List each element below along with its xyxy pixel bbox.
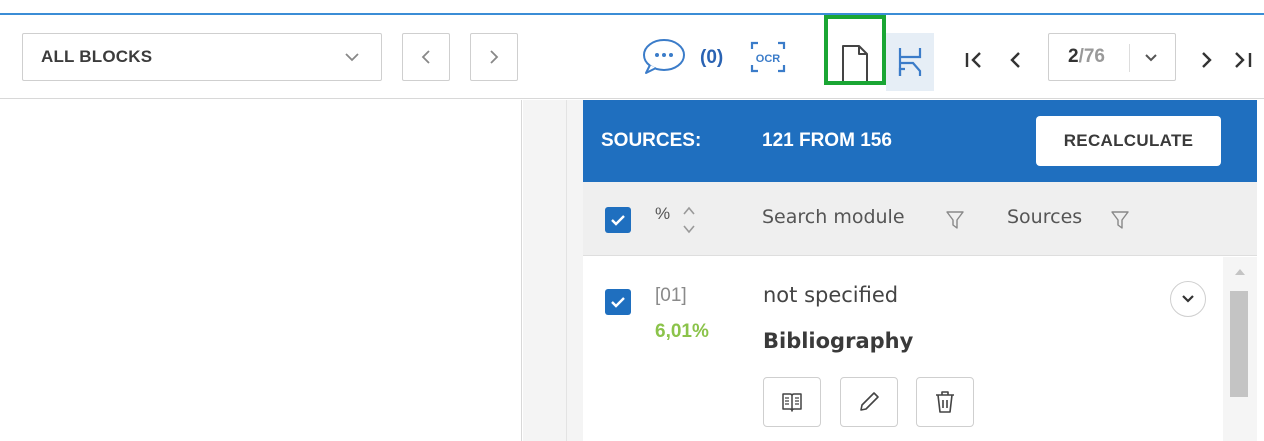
recalculate-button[interactable]: RECALCULATE bbox=[1036, 116, 1221, 166]
current-page: 2 bbox=[1068, 46, 1079, 67]
percent-column-label: % bbox=[655, 204, 671, 223]
pencil-icon bbox=[860, 392, 879, 411]
page-selector-divider bbox=[1129, 44, 1130, 72]
split-view-button[interactable] bbox=[886, 33, 934, 91]
first-page-icon[interactable] bbox=[962, 47, 988, 73]
sources-scrollbar[interactable] bbox=[1223, 257, 1257, 441]
checkmark-icon bbox=[611, 215, 625, 226]
chevron-down-icon bbox=[1145, 54, 1157, 62]
last-page-icon[interactable] bbox=[1230, 47, 1264, 73]
filter-icon[interactable] bbox=[1111, 210, 1129, 230]
block-filter-select[interactable]: ALL BLOCKS bbox=[22, 33, 382, 81]
sort-icon[interactable] bbox=[679, 202, 699, 238]
next-page-icon[interactable] bbox=[1196, 47, 1218, 73]
sources-count: 121 FROM 156 bbox=[762, 130, 892, 151]
split-view-icon bbox=[898, 48, 922, 76]
edit-source-button[interactable] bbox=[840, 377, 898, 427]
page-selector[interactable]: 2 /76 bbox=[1048, 33, 1176, 81]
trash-icon bbox=[936, 391, 954, 413]
sources-title: SOURCES: bbox=[601, 130, 702, 151]
delete-source-button[interactable] bbox=[916, 377, 974, 427]
scroll-thumb[interactable] bbox=[1230, 291, 1248, 397]
sources-column-label[interactable]: Sources bbox=[1007, 206, 1082, 228]
document-view-highlight bbox=[824, 15, 886, 85]
ocr-icon[interactable]: OCR bbox=[748, 39, 788, 75]
sources-column-header: % Search module Sources bbox=[583, 182, 1257, 256]
total-pages: /76 bbox=[1078, 46, 1105, 67]
view-source-button[interactable] bbox=[763, 377, 821, 427]
source-module: Bibliography bbox=[763, 329, 914, 353]
book-icon bbox=[782, 393, 802, 412]
scroll-up-icon[interactable] bbox=[1233, 267, 1247, 277]
prev-page-icon[interactable] bbox=[1004, 47, 1026, 73]
chevron-down-icon bbox=[1182, 295, 1194, 303]
document-panel bbox=[0, 100, 522, 441]
block-filter-label: ALL BLOCKS bbox=[41, 47, 153, 66]
sources-header: SOURCES: 121 FROM 156 RECALCULATE bbox=[583, 100, 1257, 182]
source-name: not specified bbox=[763, 283, 899, 307]
comment-count[interactable]: (0) bbox=[700, 47, 723, 69]
sources-panel: SOURCES: 121 FROM 156 RECALCULATE % Sear… bbox=[583, 100, 1257, 441]
source-index: [01] bbox=[655, 285, 687, 306]
source-row-checkbox[interactable] bbox=[605, 289, 631, 315]
chevron-right-icon bbox=[490, 50, 499, 64]
source-row: [01] 6,01% not specified Bibliography bbox=[583, 257, 1223, 441]
gutter-divider bbox=[566, 100, 567, 441]
panel-gutter bbox=[523, 100, 583, 441]
checkmark-icon bbox=[611, 297, 625, 308]
toolbar: ALL BLOCKS (0) OCR 2 /76 bbox=[0, 15, 1264, 99]
comment-icon[interactable] bbox=[640, 37, 688, 77]
filter-icon[interactable] bbox=[946, 210, 964, 230]
next-block-button[interactable] bbox=[470, 33, 518, 81]
source-percent: 6,01% bbox=[655, 321, 709, 342]
select-all-checkbox[interactable] bbox=[605, 207, 631, 233]
chevron-down-icon bbox=[345, 53, 359, 62]
expand-row-button[interactable] bbox=[1170, 281, 1206, 317]
chevron-left-icon bbox=[421, 50, 430, 64]
ocr-label: OCR bbox=[756, 53, 781, 65]
search-module-column-label[interactable]: Search module bbox=[762, 206, 905, 228]
prev-block-button[interactable] bbox=[402, 33, 450, 81]
